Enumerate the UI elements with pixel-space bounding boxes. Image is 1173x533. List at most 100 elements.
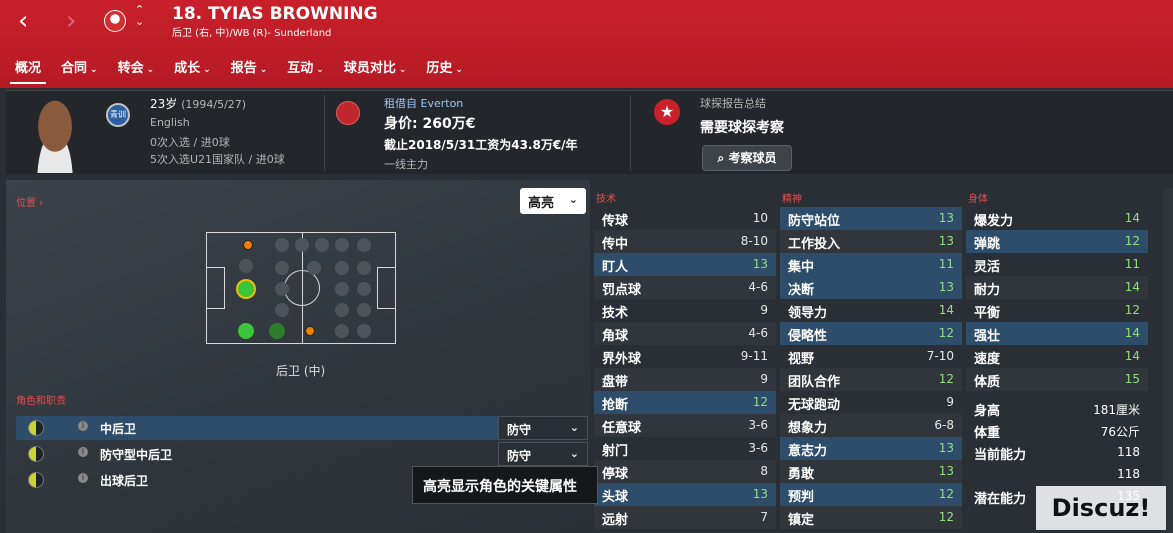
position-dot[interactable] xyxy=(335,238,349,252)
attribute-value: 15 xyxy=(1124,372,1140,386)
attribute-row[interactable]: 任意球 3-6 xyxy=(594,414,776,437)
position-dot[interactable] xyxy=(275,238,289,252)
club-badge-icon xyxy=(104,10,126,32)
chevron-down-icon: ⌄ xyxy=(316,65,324,75)
position-dot-selected[interactable] xyxy=(238,281,254,297)
info-icon[interactable]: i xyxy=(78,421,88,431)
tab-4[interactable]: 报告 ⌄ xyxy=(226,54,273,84)
role-row[interactable]: i 中后卫 防守 ⌄ xyxy=(16,416,588,440)
attribute-name: 耐力 xyxy=(974,283,1001,298)
prev-next-icon[interactable]: ⌃ ⌄ xyxy=(135,4,144,28)
duty-dropdown[interactable]: 防守 ⌄ xyxy=(498,416,588,440)
scout-player-button[interactable]: ⌕ 考察球员 xyxy=(702,145,792,171)
position-dot[interactable] xyxy=(275,282,289,296)
position-dot[interactable] xyxy=(335,282,349,296)
duty-dropdown[interactable]: 防守 ⌄ xyxy=(498,442,588,466)
position-dot[interactable] xyxy=(295,238,309,252)
attribute-value: 12 xyxy=(938,372,954,386)
info-icon[interactable]: i xyxy=(78,473,88,483)
forward-arrow-icon[interactable]: › xyxy=(66,8,76,34)
tab-3[interactable]: 成长 ⌄ xyxy=(169,54,216,84)
attribute-name: 强壮 xyxy=(974,329,1001,344)
position-dot[interactable] xyxy=(357,238,371,252)
role-row[interactable]: i 防守型中后卫 防守 ⌄ xyxy=(16,442,588,466)
position-dot[interactable] xyxy=(315,238,329,252)
attribute-row[interactable]: 决断 13 xyxy=(780,276,962,299)
attribute-row[interactable]: 技术 9 xyxy=(594,299,776,322)
attribute-row[interactable]: 抢断 12 xyxy=(594,391,776,414)
tab-2[interactable]: 转会 ⌄ xyxy=(113,54,160,84)
attribute-row[interactable]: 镇定 12 xyxy=(780,506,962,529)
position-dot[interactable] xyxy=(357,282,371,296)
position-dot[interactable] xyxy=(335,261,349,275)
attribute-row[interactable]: 视野 7-10 xyxy=(780,345,962,368)
position-dot[interactable] xyxy=(275,303,289,317)
attribute-row[interactable]: 团队合作 12 xyxy=(780,368,962,391)
tab-7[interactable]: 历史 ⌄ xyxy=(421,54,468,84)
attribute-row[interactable]: 领导力 14 xyxy=(780,299,962,322)
position-dot-unconvincing[interactable] xyxy=(243,240,253,250)
position-dot[interactable] xyxy=(307,261,321,275)
attribute-name: 界外球 xyxy=(602,352,642,367)
attribute-value: 6-8 xyxy=(934,418,954,432)
position-dot-unconvincing[interactable] xyxy=(305,326,315,336)
attribute-name: 体质 xyxy=(974,375,1001,390)
tab-5[interactable]: 互动 ⌄ xyxy=(282,54,329,84)
position-dot-accomplished[interactable] xyxy=(269,323,285,339)
player-detail-row: 体重 76公斤 xyxy=(966,419,1148,441)
loan-prefix: 租借自 xyxy=(384,97,417,110)
attribute-row[interactable]: 停球 8 xyxy=(594,460,776,483)
tab-0[interactable]: 概况 xyxy=(10,54,47,84)
position-dot[interactable] xyxy=(335,303,349,317)
attribute-row[interactable]: 盯人 13 xyxy=(594,253,776,276)
attribute-row[interactable]: 勇敢 13 xyxy=(780,460,962,483)
attribute-row[interactable]: 爆发力 14 xyxy=(966,207,1148,230)
tab-1[interactable]: 合同 ⌄ xyxy=(56,54,103,84)
attribute-row[interactable]: 传球 10 xyxy=(594,207,776,230)
attribute-row[interactable]: 工作投入 13 xyxy=(780,230,962,253)
info-icon[interactable]: i xyxy=(78,447,88,457)
attribute-row[interactable]: 速度 14 xyxy=(966,345,1148,368)
attribute-row[interactable]: 体质 15 xyxy=(966,368,1148,391)
highlight-dropdown[interactable]: 高亮 ⌄ xyxy=(520,188,586,214)
player-value: 身价: 260万€ xyxy=(384,116,476,132)
tab-6[interactable]: 球员对比 ⌄ xyxy=(339,54,412,84)
attribute-row[interactable]: 预判 12 xyxy=(780,483,962,506)
attribute-value: 12 xyxy=(938,510,954,524)
attribute-row[interactable]: 强壮 14 xyxy=(966,322,1148,345)
role-name: 出球后卫 xyxy=(100,474,149,488)
position-dot[interactable] xyxy=(275,261,289,275)
position-dot[interactable] xyxy=(239,259,253,273)
attribute-row[interactable]: 角球 4-6 xyxy=(594,322,776,345)
attribute-row[interactable]: 集中 11 xyxy=(780,253,962,276)
nationality[interactable]: English xyxy=(150,116,190,129)
attribute-row[interactable]: 弹跳 12 xyxy=(966,230,1148,253)
attribute-name: 任意球 xyxy=(602,421,642,436)
attribute-row[interactable]: 传中 8-10 xyxy=(594,230,776,253)
attribute-row[interactable]: 侵略性 12 xyxy=(780,322,962,345)
back-arrow-icon[interactable]: ‹ xyxy=(18,8,28,34)
attribute-row[interactable]: 远射 7 xyxy=(594,506,776,529)
attribute-row[interactable]: 盘带 9 xyxy=(594,368,776,391)
position-dot[interactable] xyxy=(335,324,349,338)
position-dot[interactable] xyxy=(357,303,371,317)
position-dot[interactable] xyxy=(357,324,371,338)
attribute-row[interactable]: 防守站位 13 xyxy=(780,207,962,230)
attribute-row[interactable]: 想象力 6-8 xyxy=(780,414,962,437)
attribute-row[interactable]: 意志力 13 xyxy=(780,437,962,460)
position-dot[interactable] xyxy=(357,261,371,275)
attribute-row[interactable]: 界外球 9-11 xyxy=(594,345,776,368)
attribute-row[interactable]: 耐力 14 xyxy=(966,276,1148,299)
attribute-row[interactable]: 头球 13 xyxy=(594,483,776,506)
attribute-value: 11 xyxy=(938,257,954,271)
attribute-row[interactable]: 无球跑动 9 xyxy=(780,391,962,414)
tab-label: 成长 xyxy=(174,61,201,76)
loan-club-link[interactable]: Everton xyxy=(421,97,464,110)
attribute-row[interactable]: 灵活 11 xyxy=(966,253,1148,276)
attribute-value: 10 xyxy=(752,211,768,225)
attribute-row[interactable]: 罚点球 4-6 xyxy=(594,276,776,299)
attribute-row[interactable]: 平衡 12 xyxy=(966,299,1148,322)
position-section-link[interactable]: 位置 › xyxy=(16,194,43,209)
attribute-row[interactable]: 射门 3-6 xyxy=(594,437,776,460)
position-dot-natural[interactable] xyxy=(238,323,254,339)
